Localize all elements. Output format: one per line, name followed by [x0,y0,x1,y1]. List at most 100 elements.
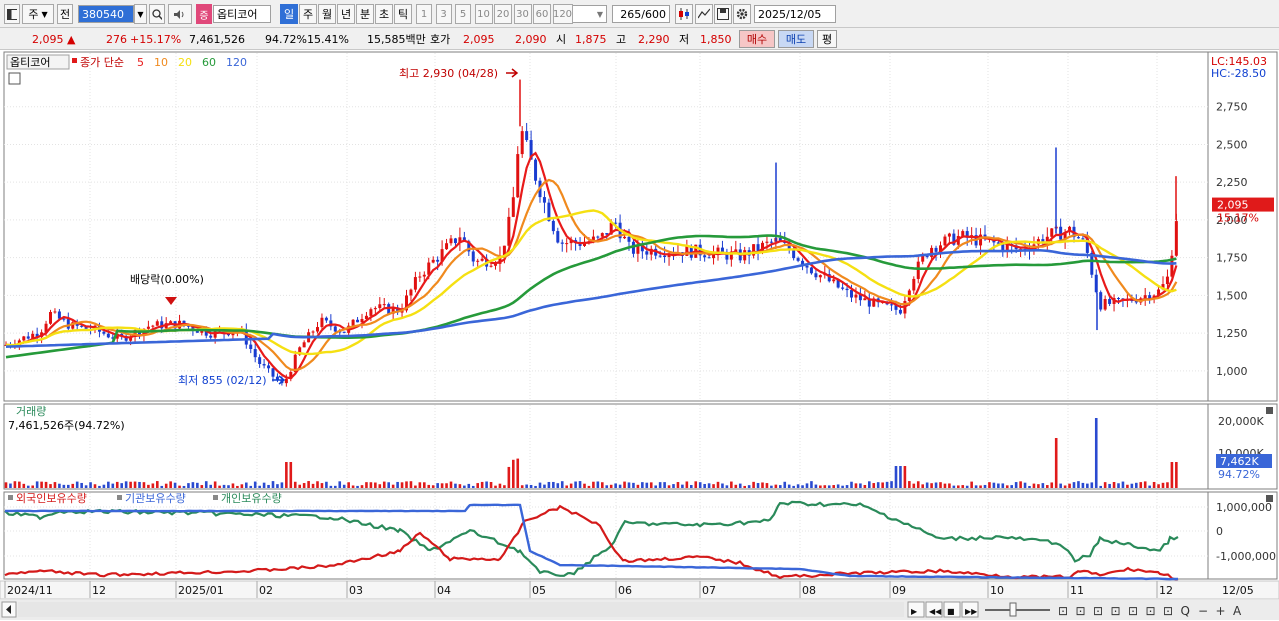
interval-button-30[interactable]: 30 [513,4,532,24]
ma-legend-10: 10 [154,56,168,69]
period-button-2[interactable]: 월 [318,4,336,24]
volume-bar [507,466,511,488]
view-tool-icon-6: ⊡ [1163,604,1173,618]
holdings-tick-label: 0 [1216,525,1223,538]
save-icon[interactable] [714,4,732,24]
volume-bar [676,482,680,488]
volume-bar [796,484,800,488]
candle-icon[interactable] [675,4,693,24]
period-button-0[interactable]: 일 [280,4,298,24]
stock-code-input[interactable]: 380540 [78,5,134,23]
scrollbar[interactable]: ▶ ◀◀ ■ ▶▶ ⊡ ⊡ ⊡ ⊡ ⊡ ⊡ ⊡ Q − + A [0,600,1279,620]
candle-body [850,290,853,298]
volume-bar [908,481,911,488]
candle-body [1165,276,1169,285]
candle-body [663,255,667,258]
candle-body [796,258,800,261]
interval-button-120[interactable]: 120 [552,4,573,24]
playback-icon-0: ▶ [911,607,918,616]
buy-button[interactable]: 매수 [739,30,775,48]
candle-body [934,247,938,252]
interval-button-1[interactable]: 1 [416,4,432,24]
window-icon[interactable] [4,4,20,24]
stock-chart[interactable]: 2,7502,5002,2502,0001,7501,5001,2501,000… [0,51,1279,621]
interval-button-60[interactable]: 60 [533,4,551,24]
x-tick-label: 09 [892,584,906,597]
volume-bar [752,481,755,488]
volume-bar [868,481,871,488]
panel-close-icon [1266,495,1273,502]
count-field[interactable]: 265/600 [612,5,670,23]
interval-button-3[interactable]: 3 [435,4,452,24]
period-button-5[interactable]: 초 [375,4,393,24]
volume-bar [641,482,644,488]
candle-body [1050,228,1054,237]
candle-body [792,250,796,259]
search-icon[interactable] [149,4,165,24]
period-button-3[interactable]: 년 [337,4,355,24]
interval-button-10[interactable]: 10 [474,4,493,24]
eval-button[interactable]: 평 [817,30,837,48]
volume-bar [222,484,226,488]
panel-close-icon [1266,407,1273,414]
volume-bar [1112,482,1116,488]
interval-button-20[interactable]: 20 [494,4,512,24]
volume-bar [80,482,83,488]
period-button-6[interactable]: 틱 [394,4,412,24]
chart-line-icon[interactable] [695,4,713,24]
volume-bar [912,483,916,488]
volume-bar [743,485,746,488]
prev-button[interactable]: 전 [57,4,73,24]
volume-bar [556,483,560,488]
speaker-icon[interactable] [168,4,192,24]
candle-body [854,294,858,298]
candle-body [284,378,288,384]
candle-body [961,231,965,236]
date-field[interactable]: 2025/12/05 [754,5,836,23]
candle-body [814,273,818,278]
x-tick-label: 11 [1070,584,1084,597]
low-marker-label: 최저 855 (02/12) [178,374,267,387]
x-tick-label: 10 [990,584,1004,597]
volume-bar [850,481,853,488]
chevron-down-icon[interactable]: ▼ [134,4,147,24]
candle-body [845,288,849,291]
volume-bar [115,481,119,488]
view-tool-icon-10: A [1233,604,1242,618]
gear-icon[interactable] [733,4,751,24]
volume-bar [930,483,933,488]
candle-body [809,267,813,274]
period-button-1[interactable]: 주 [299,4,317,24]
period-button-4[interactable]: 분 [356,4,374,24]
candle-body [1143,295,1147,299]
volume-bar [1032,483,1036,488]
volume-bar [476,483,479,488]
volume-bar [356,485,359,488]
interval-button-5[interactable]: 5 [455,4,471,24]
candle-body [471,251,475,262]
volume-bar [267,484,270,488]
ma-legend-20: 20 [178,56,192,69]
view-tool-icon-4: ⊡ [1128,604,1138,618]
volume-bar [525,484,528,488]
candle-body [373,308,377,310]
volume-bar [614,483,617,488]
volume-bar [18,481,21,488]
volume-bar [409,481,413,488]
volume-bar [196,482,199,488]
candle-body [22,336,26,341]
tick-select[interactable]: ▼ [571,5,607,23]
volume-bar [957,485,960,488]
volume-bar [516,458,520,488]
volume-bar [1028,485,1031,488]
volume-bar [471,485,475,488]
volume-bar [35,481,39,488]
volume-bar [200,485,204,488]
sell-button[interactable]: 매도 [778,30,814,48]
candle-body [436,259,440,262]
chart-type-select[interactable]: 주 ▼ [22,4,54,24]
volume-bar [307,481,310,488]
volume-bar [147,484,150,488]
volume-bar [979,485,982,488]
volume-bar [997,483,1000,488]
